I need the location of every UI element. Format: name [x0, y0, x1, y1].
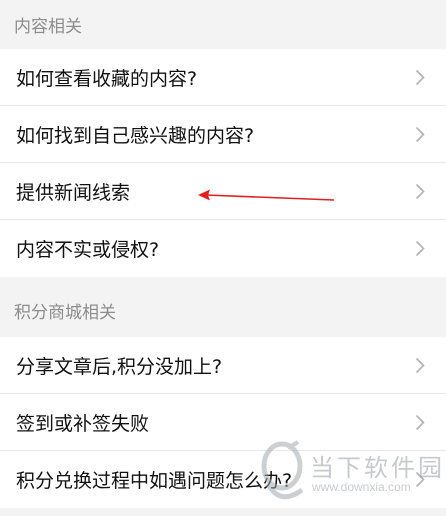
help-page: 内容相关 如何查看收藏的内容? 如何找到自己感兴趣的内容? 提供新闻线索 内容不… — [0, 0, 446, 516]
faq-item-label: 提供新闻线索 — [16, 182, 131, 204]
section-header-points-mall: 积分商城相关 — [0, 277, 446, 337]
chevron-right-icon — [414, 69, 426, 87]
faq-item-signin-failed[interactable]: 签到或补签失败 — [0, 394, 446, 451]
faq-item-label: 如何找到自己感兴趣的内容? — [16, 125, 255, 147]
section-title: 积分商城相关 — [14, 302, 116, 323]
faq-item-label: 分享文章后,积分没加上? — [16, 356, 223, 378]
chevron-right-icon — [414, 471, 426, 489]
faq-item-label: 积分兑换过程中如遇问题怎么办? — [16, 470, 293, 492]
faq-item-label: 签到或补签失败 — [16, 413, 150, 435]
chevron-right-icon — [414, 183, 426, 201]
section-title: 内容相关 — [14, 17, 82, 37]
chevron-right-icon — [414, 126, 426, 144]
chevron-right-icon — [414, 357, 426, 375]
faq-item-view-favorites[interactable]: 如何查看收藏的内容? — [0, 49, 446, 106]
content-faq-list: 如何查看收藏的内容? 如何找到自己感兴趣的内容? 提供新闻线索 内容不实或侵权? — [0, 49, 446, 277]
faq-item-find-interest[interactable]: 如何找到自己感兴趣的内容? — [0, 106, 446, 163]
points-faq-list: 分享文章后,积分没加上? 签到或补签失败 积分兑换过程中如遇问题怎么办? — [0, 337, 446, 508]
faq-item-false-content[interactable]: 内容不实或侵权? — [0, 220, 446, 277]
faq-item-label: 内容不实或侵权? — [16, 239, 160, 261]
chevron-right-icon — [414, 240, 426, 258]
faq-item-share-points[interactable]: 分享文章后,积分没加上? — [0, 337, 446, 394]
faq-item-label: 如何查看收藏的内容? — [16, 68, 198, 90]
chevron-right-icon — [414, 414, 426, 432]
faq-item-redeem-problem[interactable]: 积分兑换过程中如遇问题怎么办? — [0, 451, 446, 508]
section-header-content: 内容相关 — [0, 0, 446, 49]
faq-item-news-tip[interactable]: 提供新闻线索 — [0, 163, 446, 220]
